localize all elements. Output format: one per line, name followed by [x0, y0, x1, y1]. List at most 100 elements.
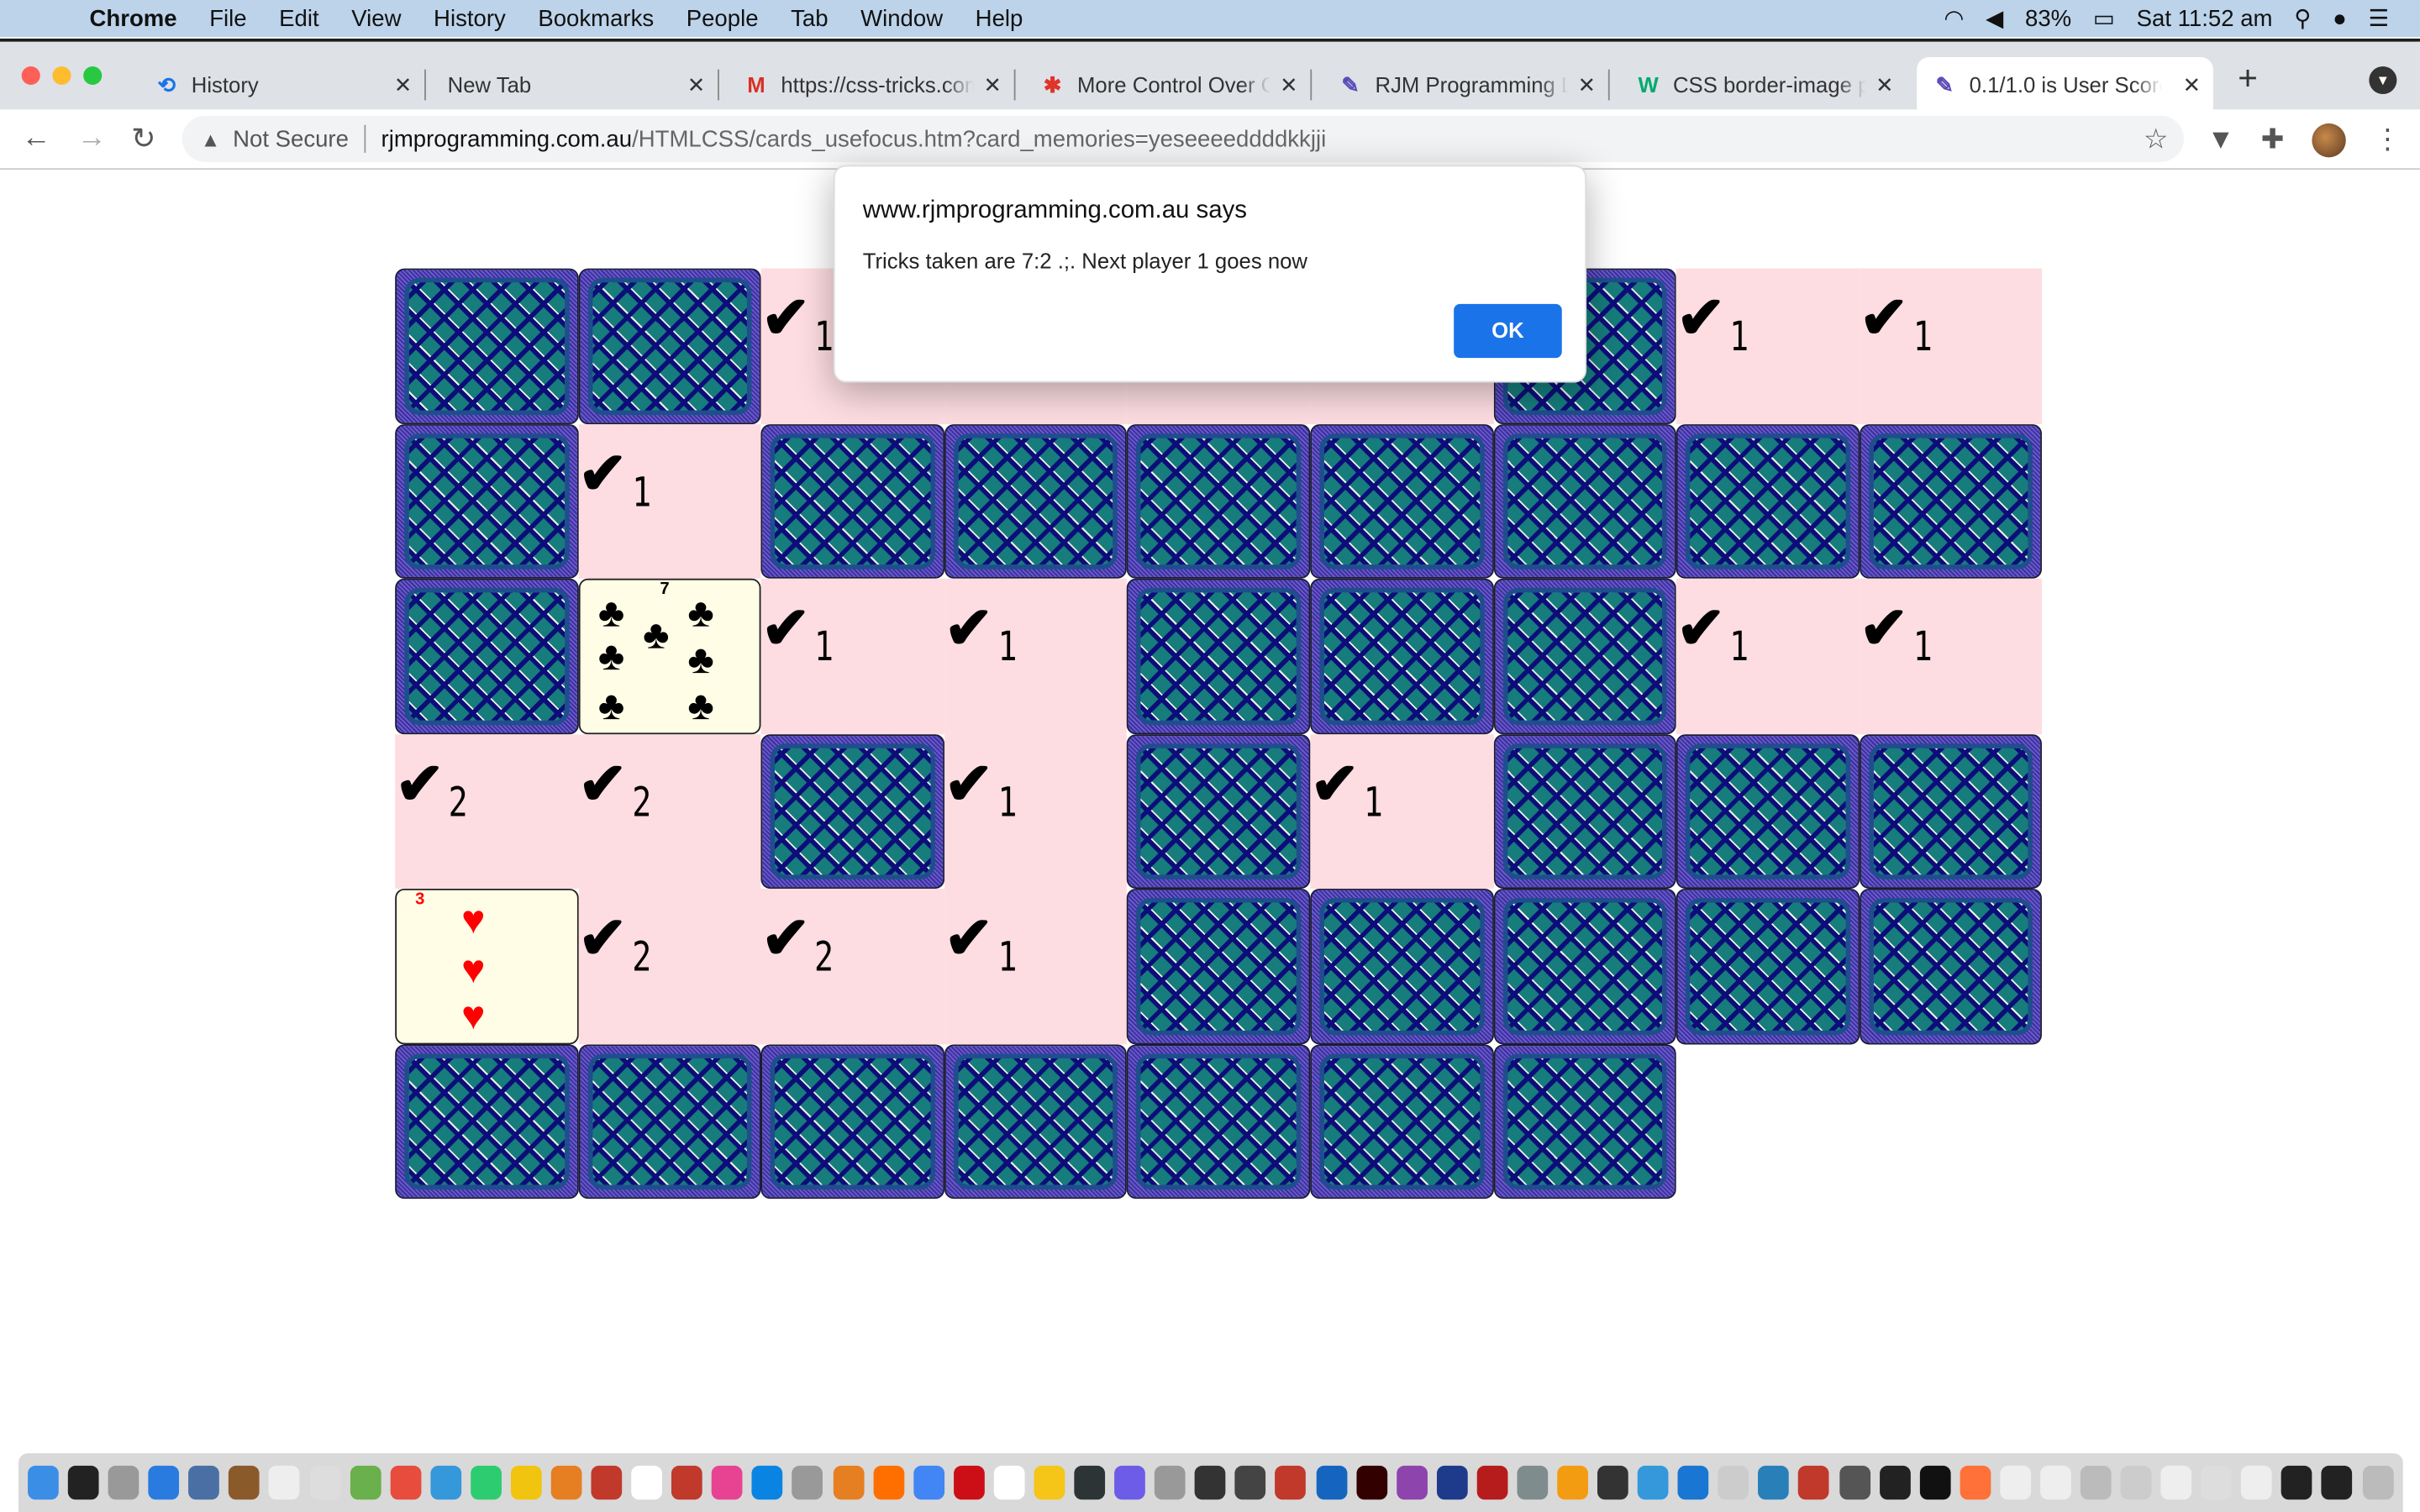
card-7-of-clubs[interactable]: 7 ♣ ♣ ♣ ♣ ♣ ♣ ♣ — [578, 578, 761, 734]
card-face-down[interactable] — [578, 1043, 761, 1200]
extensions-puzzle-icon[interactable]: ✚ — [2261, 123, 2285, 156]
menu-app-name[interactable]: Chrome — [90, 5, 177, 31]
security-label[interactable]: Not Secure — [233, 126, 349, 152]
card-face-down[interactable] — [760, 733, 944, 889]
dock-app-icon[interactable] — [2039, 1465, 2071, 1500]
close-window-button[interactable] — [21, 66, 40, 86]
dock-app-icon[interactable] — [1919, 1465, 1950, 1500]
card-face-down[interactable] — [1310, 578, 1494, 734]
dock-app-icon[interactable] — [712, 1465, 744, 1500]
card-face-down[interactable] — [760, 423, 944, 579]
tab-5[interactable]: ✎ RJM Programming Landing ✕ — [1323, 57, 1610, 113]
dock-app-icon[interactable] — [792, 1465, 823, 1500]
dock-app-icon[interactable] — [2322, 1465, 2353, 1500]
dock-app-icon[interactable] — [470, 1465, 502, 1500]
dock-app-icon[interactable] — [2160, 1465, 2192, 1500]
menu-help[interactable]: Help — [976, 5, 1023, 31]
dock-app-icon[interactable] — [1798, 1465, 1830, 1500]
forward-icon[interactable]: → — [77, 122, 107, 155]
card-face-down[interactable] — [1127, 1043, 1311, 1200]
menu-window[interactable]: Window — [860, 5, 943, 31]
notification-center-icon[interactable]: ☰ — [2369, 5, 2390, 32]
card-face-down[interactable] — [578, 268, 761, 424]
volume-icon[interactable]: ◀ — [1986, 5, 2003, 32]
menu-people[interactable]: People — [687, 5, 759, 31]
tab-close-icon[interactable]: ✕ — [394, 71, 413, 97]
dock-app-icon[interactable] — [430, 1465, 461, 1500]
dock-app-icon[interactable] — [2241, 1465, 2273, 1500]
dock-app-icon[interactable] — [1114, 1465, 1146, 1500]
dock-app-icon[interactable] — [1355, 1465, 1387, 1500]
card-face-down[interactable] — [395, 1043, 579, 1200]
card-face-down[interactable] — [1127, 733, 1311, 889]
dock-app-icon[interactable] — [1315, 1465, 1347, 1500]
dock-app-icon[interactable] — [1234, 1465, 1266, 1500]
reload-icon[interactable]: ↻ — [131, 122, 155, 157]
tab-close-icon[interactable]: ✕ — [687, 71, 706, 97]
dock-app-icon[interactable] — [1436, 1465, 1468, 1500]
dock-app-icon[interactable] — [833, 1465, 864, 1500]
card-face-down[interactable] — [1676, 888, 1860, 1044]
dock-app-icon[interactable] — [188, 1465, 220, 1500]
card-face-down[interactable] — [1493, 423, 1676, 579]
wifi-icon[interactable]: ◠ — [1944, 5, 1964, 32]
card-face-down[interactable] — [1310, 888, 1494, 1044]
dock-app-icon[interactable] — [1195, 1465, 1226, 1500]
card-face-down[interactable] — [944, 423, 1128, 579]
dock-app-icon[interactable] — [229, 1465, 260, 1500]
card-face-down[interactable] — [1310, 1043, 1494, 1200]
menu-tab[interactable]: Tab — [791, 5, 828, 31]
dock-app-icon[interactable] — [1597, 1465, 1628, 1500]
minimize-window-button[interactable] — [52, 66, 71, 86]
menu-edit[interactable]: Edit — [279, 5, 318, 31]
matched-cell[interactable]: ✔ 1 — [1310, 733, 1494, 889]
card-face-down[interactable] — [395, 268, 579, 424]
matched-cell[interactable]: ✔ 1 — [578, 423, 761, 579]
card-face-down[interactable] — [1493, 578, 1676, 734]
tab-close-icon[interactable]: ✕ — [983, 71, 1002, 97]
dock-app-icon[interactable] — [269, 1465, 301, 1500]
dock-app-icon[interactable] — [1718, 1465, 1749, 1500]
dock-app-icon[interactable] — [350, 1465, 381, 1500]
tab-1[interactable]: ⟲ History ✕ — [139, 57, 426, 113]
tab-4[interactable]: ✱ More Control Over CSS ✕ — [1025, 57, 1313, 113]
dock-app-icon[interactable] — [1275, 1465, 1307, 1500]
back-icon[interactable]: ← — [22, 122, 51, 155]
dock-app-icon[interactable] — [1637, 1465, 1669, 1500]
dock-app-icon[interactable] — [1517, 1465, 1549, 1500]
matched-cell[interactable]: ✔ 1 — [1859, 268, 2043, 424]
card-face-down[interactable] — [1127, 578, 1311, 734]
battery-percent[interactable]: 83% — [2025, 5, 2071, 31]
dock-app-icon[interactable] — [28, 1465, 59, 1500]
warning-icon[interactable]: ▲ — [201, 128, 221, 151]
apple-menu-icon[interactable] — [34, 5, 65, 33]
dock-app-icon[interactable] — [1034, 1465, 1065, 1500]
tab-close-icon[interactable]: ✕ — [1280, 71, 1298, 97]
tab-close-icon[interactable]: ✕ — [1876, 71, 1894, 97]
dock-app-icon[interactable] — [1396, 1465, 1428, 1500]
dock-app-icon[interactable] — [2201, 1465, 2233, 1500]
menu-history[interactable]: History — [434, 5, 506, 31]
dock-app-icon[interactable] — [510, 1465, 542, 1500]
dock-app-icon[interactable] — [148, 1465, 180, 1500]
card-face-down[interactable] — [1127, 888, 1311, 1044]
card-face-down[interactable] — [1859, 733, 2043, 889]
dock-app-icon[interactable] — [1879, 1465, 1911, 1500]
dock-app-icon[interactable] — [108, 1465, 139, 1500]
tab-3[interactable]: Mhttps://css-tricks.com ✕ — [729, 57, 1016, 113]
clock[interactable]: Sat 11:52 am — [2137, 5, 2273, 31]
address-bar[interactable]: ▲ Not Secure rjmprogramming.com.au/HTMLC… — [182, 115, 2184, 162]
bookmark-star-icon[interactable]: ☆ — [2144, 123, 2169, 155]
dock-app-icon[interactable] — [1557, 1465, 1588, 1500]
card-face-down[interactable] — [944, 1043, 1128, 1200]
tab-search-icon[interactable]: ▼ — [2369, 66, 2397, 95]
tab-6[interactable]: W CSS border-image property ✕ — [1621, 57, 1907, 113]
tab-close-icon[interactable]: ✕ — [1578, 71, 1597, 97]
card-face-down[interactable] — [1859, 423, 2043, 579]
dock-app-icon[interactable] — [550, 1465, 582, 1500]
dock-app-icon[interactable] — [872, 1465, 904, 1500]
dock-app-icon[interactable] — [2000, 1465, 2031, 1500]
dock-app-icon[interactable] — [993, 1465, 1025, 1500]
matched-cell[interactable]: ✔ 2 — [578, 888, 761, 1044]
tab-2[interactable]: New Tab ✕ — [432, 57, 719, 113]
